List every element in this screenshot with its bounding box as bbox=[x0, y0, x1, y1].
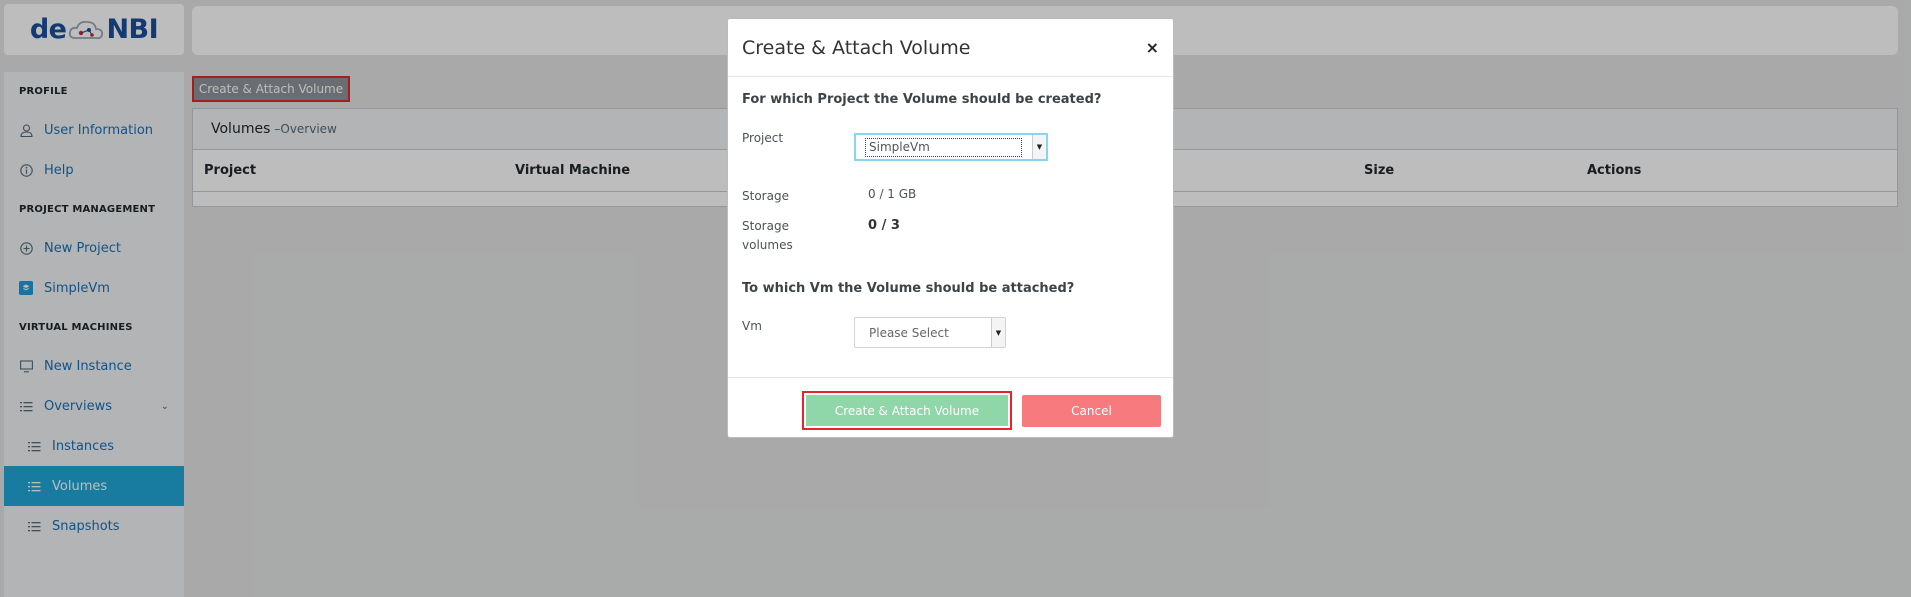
caret-down-icon[interactable]: ▼ bbox=[991, 318, 1005, 347]
vm-label: Vm bbox=[742, 319, 762, 333]
modal-create-attach-button-label: Create & Attach Volume bbox=[806, 395, 1008, 426]
vm-select-placeholder: Please Select bbox=[869, 325, 949, 340]
modal-header: Create & Attach Volume × bbox=[728, 19, 1173, 77]
storage-volumes-label-line1: Storage bbox=[742, 219, 789, 233]
project-label: Project bbox=[742, 131, 784, 145]
storage-volumes-value: 0 / 3 bbox=[868, 218, 900, 233]
storage-volumes-label-line2: volumes bbox=[742, 238, 793, 252]
create-attach-volume-modal: Create & Attach Volume × For which Proje… bbox=[727, 18, 1174, 438]
cancel-button[interactable]: Cancel bbox=[1022, 395, 1161, 427]
close-icon[interactable]: × bbox=[1146, 38, 1159, 57]
project-select[interactable]: SimpleVm ▼ bbox=[854, 133, 1048, 161]
storage-value: 0 / 1 GB bbox=[868, 187, 917, 201]
project-select-value: SimpleVm bbox=[865, 137, 1022, 157]
modal-title: Create & Attach Volume bbox=[742, 36, 971, 59]
modal-create-attach-button[interactable]: Create & Attach Volume bbox=[802, 391, 1012, 430]
storage-volumes-label: Storage volumes bbox=[742, 217, 793, 255]
storage-label: Storage bbox=[742, 189, 789, 203]
vm-select[interactable]: Please Select ▼ bbox=[854, 317, 1006, 348]
vm-question: To which Vm the Volume should be attache… bbox=[742, 281, 1075, 296]
caret-down-icon[interactable]: ▼ bbox=[1032, 135, 1046, 159]
project-question: For which Project the Volume should be c… bbox=[742, 92, 1102, 107]
modal-footer: Create & Attach Volume Cancel bbox=[728, 377, 1173, 437]
